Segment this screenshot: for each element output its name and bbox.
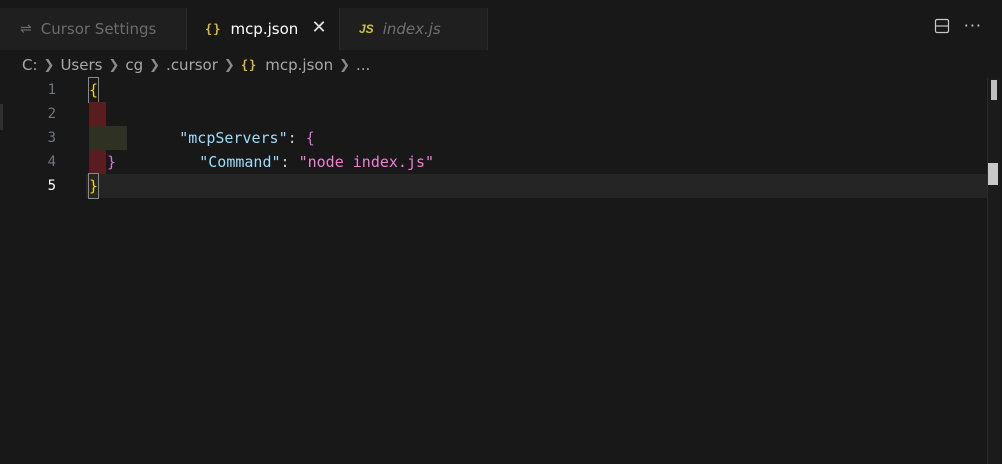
indent-guide	[89, 150, 106, 174]
code-line: 2 "mcpServers": {	[0, 102, 988, 147]
close-brace: }	[107, 153, 117, 171]
breadcrumb-symbols[interactable]: ...	[356, 56, 370, 74]
code-line: 5 }	[0, 173, 988, 199]
chevron-right-icon: ❯	[108, 57, 120, 73]
more-actions-icon[interactable]: ···	[964, 18, 982, 34]
code-line: 1 {	[0, 77, 988, 103]
tab-mcp-json[interactable]: {} mcp.json ✕	[188, 8, 338, 50]
chevron-right-icon: ❯	[149, 57, 161, 73]
code-line: 3 "Command": "node index.js"	[0, 126, 988, 171]
chevron-right-icon: ❯	[43, 57, 55, 73]
chevron-right-icon: ❯	[223, 57, 235, 73]
code-editor[interactable]: 1 { 2 "mcpServers": { 3 "Command": "node…	[0, 77, 1002, 464]
split-editor-icon[interactable]	[934, 18, 950, 34]
line-number: 5	[47, 178, 56, 194]
tab-label: index.js	[382, 20, 441, 38]
open-brace: {	[87, 77, 100, 103]
indent-guide	[89, 126, 127, 150]
scrollbar-thumb[interactable]	[991, 80, 997, 100]
js-file-icon: JS	[359, 22, 374, 36]
chevron-right-icon: ❯	[339, 57, 350, 73]
breadcrumb-item[interactable]: cg	[125, 56, 143, 74]
breadcrumb-file[interactable]: mcp.json	[265, 56, 333, 74]
indent-guide	[89, 102, 106, 126]
breadcrumb: C: ❯ Users ❯ cg ❯ .cursor ❯ {} mcp.json …	[22, 53, 370, 77]
vertical-scrollbar[interactable]	[987, 78, 1000, 464]
tab-label: Cursor Settings	[40, 20, 157, 38]
json-braces-icon: {}	[240, 58, 258, 72]
line-number: 1	[47, 82, 56, 98]
editor-actions: ···	[934, 18, 982, 34]
json-braces-icon: {}	[205, 22, 222, 36]
close-brace: }	[87, 173, 100, 199]
scrollbar-cursor-marker	[988, 163, 998, 185]
line-number: 2	[47, 106, 56, 122]
tab-cursor-settings[interactable]: ⇌ Cursor Settings	[0, 8, 187, 50]
line-number: 4	[47, 154, 56, 170]
tab-label: mcp.json	[230, 20, 299, 38]
close-icon[interactable]: ✕	[309, 18, 329, 38]
line-number: 3	[47, 130, 56, 146]
breadcrumb-item[interactable]: C:	[22, 56, 38, 74]
tab-bar: ⇌ Cursor Settings {} mcp.json ✕ JS index…	[0, 0, 1002, 50]
settings-sliders-icon: ⇌	[20, 21, 32, 37]
breadcrumb-item[interactable]: Users	[60, 56, 102, 74]
code-line: 4 }	[0, 150, 988, 174]
tab-index-js[interactable]: JS index.js	[339, 8, 488, 50]
editor-window: ⇌ Cursor Settings {} mcp.json ✕ JS index…	[0, 0, 1002, 464]
breadcrumb-item[interactable]: .cursor	[166, 56, 218, 74]
